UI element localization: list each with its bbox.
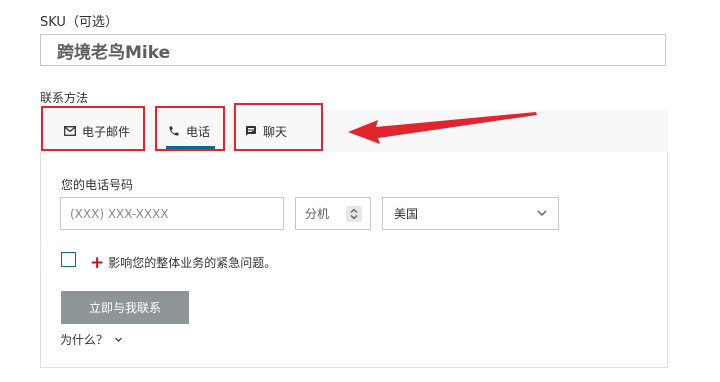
phone-number-input[interactable]: (XXX) XXX-XXXX [60,197,284,230]
urgent-issue-label: 影响您的整体业务的紧急问题。 [108,256,277,270]
why-link[interactable]: 为什么？ [60,331,123,348]
urgent-issue-checkbox[interactable] [61,252,76,267]
contact-me-now-button[interactable]: 立即与我联系 [61,291,189,324]
chevron-down-icon [536,207,548,222]
required-plus-icon: + [90,252,105,273]
urgent-issue-text: + 影响您的整体业务的紧急问题。 [90,254,276,271]
phone-number-placeholder: (XXX) XXX-XXXX [70,206,169,221]
why-link-label: 为什么？ [60,333,109,347]
contact-method-label: 联系方法 [40,91,89,105]
sku-input[interactable]: 跨境老鸟Mike [40,34,666,66]
country-select[interactable]: 美国 [382,197,559,230]
highlight-box-email [41,106,145,151]
sku-input-value: 跨境老鸟Mike [57,42,171,63]
stepper-icon[interactable] [346,206,362,222]
highlight-box-chat [234,103,323,151]
extension-input[interactable]: 分机 [295,197,371,230]
phone-number-label: 您的电话号码 [61,178,134,192]
chevron-down-icon [114,335,123,344]
country-select-value: 美国 [394,207,419,221]
red-arrow-annotation [348,112,537,144]
sku-label: SKU（可选） [40,15,118,30]
highlight-box-phone [155,106,225,151]
extension-placeholder: 分机 [305,207,330,221]
